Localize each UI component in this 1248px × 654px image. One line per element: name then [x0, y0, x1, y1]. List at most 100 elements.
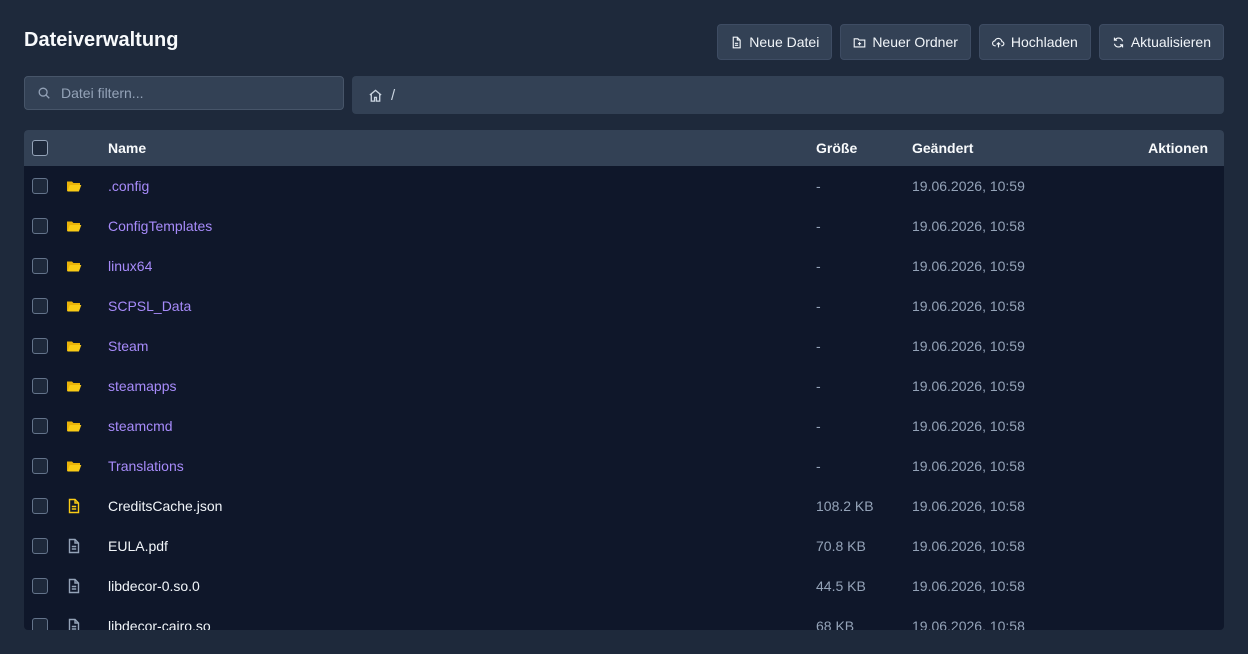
new-file-label: Neue Datei	[749, 34, 820, 50]
row-modified: 19.06.2026, 10:59	[912, 258, 1025, 274]
breadcrumb: /	[352, 76, 1224, 114]
row-modified: 19.06.2026, 10:58	[912, 498, 1025, 514]
table-header: Name Größe Geändert Aktionen	[24, 130, 1224, 166]
table-row[interactable]: ConfigTemplates - 19.06.2026, 10:58	[24, 206, 1224, 246]
refresh-icon	[1113, 37, 1123, 47]
row-size: 108.2 KB	[816, 498, 874, 514]
table-row[interactable]: Translations - 19.06.2026, 10:58	[24, 446, 1224, 486]
row-size: -	[816, 458, 821, 474]
upload-button[interactable]: Hochladen	[978, 24, 1091, 60]
row-modified: 19.06.2026, 10:59	[912, 378, 1025, 394]
new-folder-label: Neuer Ordner	[872, 34, 958, 50]
folder-icon	[66, 218, 82, 234]
column-actions: Aktionen	[1148, 140, 1208, 156]
row-size: -	[816, 338, 821, 354]
row-modified: 19.06.2026, 10:58	[912, 458, 1025, 474]
row-modified: 19.06.2026, 10:58	[912, 578, 1025, 594]
row-checkbox[interactable]	[32, 298, 48, 314]
search-icon	[38, 87, 50, 99]
refresh-label: Aktualisieren	[1130, 34, 1211, 50]
file-icon	[66, 618, 82, 630]
row-checkbox[interactable]	[32, 178, 48, 194]
row-name[interactable]: CreditsCache.json	[108, 498, 222, 514]
row-size: -	[816, 258, 821, 274]
json-file-icon	[66, 498, 82, 514]
row-name[interactable]: SCPSL_Data	[108, 298, 191, 314]
row-size: 68 KB	[816, 618, 855, 630]
row-modified: 19.06.2026, 10:58	[912, 298, 1025, 314]
folder-icon	[66, 258, 82, 274]
file-icon	[66, 578, 82, 594]
row-checkbox[interactable]	[32, 458, 48, 474]
new-file-button[interactable]: Neue Datei	[717, 24, 833, 60]
row-name[interactable]: libdecor-cairo.so	[108, 618, 211, 630]
table-row[interactable]: .config - 19.06.2026, 10:59	[24, 166, 1224, 206]
folder-icon	[66, 418, 82, 434]
row-checkbox[interactable]	[32, 418, 48, 434]
row-name[interactable]: Steam	[108, 338, 148, 354]
table-body: .config - 19.06.2026, 10:59 ConfigTemplates…	[24, 166, 1224, 630]
row-modified: 19.06.2026, 10:58	[912, 538, 1025, 554]
file-table: Name Größe Geändert Aktionen .config - 19.…	[24, 130, 1224, 630]
folder-plus-icon	[853, 37, 866, 48]
folder-icon	[66, 338, 82, 354]
filter-input[interactable]	[61, 85, 321, 101]
column-size[interactable]: Größe	[816, 140, 857, 156]
row-checkbox[interactable]	[32, 618, 48, 630]
upload-label: Hochladen	[1010, 34, 1078, 50]
table-row[interactable]: EULA.pdf 70.8 KB 19.06.2026, 10:58	[24, 526, 1224, 566]
row-name[interactable]: EULA.pdf	[108, 538, 168, 554]
filter-box	[24, 76, 344, 110]
table-row[interactable]: steamapps - 19.06.2026, 10:59	[24, 366, 1224, 406]
page-title: Dateiverwaltung	[24, 29, 179, 51]
folder-icon	[66, 378, 82, 394]
row-checkbox[interactable]	[32, 218, 48, 234]
cloud-upload-icon	[991, 37, 1005, 47]
row-modified: 19.06.2026, 10:58	[912, 618, 1025, 630]
row-size: -	[816, 378, 821, 394]
table-row[interactable]: linux64 - 19.06.2026, 10:59	[24, 246, 1224, 286]
select-all-checkbox[interactable]	[32, 140, 48, 156]
table-row[interactable]: libdecor-0.so.0 44.5 KB 19.06.2026, 10:58	[24, 566, 1224, 606]
table-row[interactable]: libdecor-cairo.so 68 KB 19.06.2026, 10:58	[24, 606, 1224, 630]
row-size: -	[816, 178, 821, 194]
row-modified: 19.06.2026, 10:59	[912, 338, 1025, 354]
folder-icon	[66, 298, 82, 314]
table-row[interactable]: Steam - 19.06.2026, 10:59	[24, 326, 1224, 366]
row-name[interactable]: steamapps	[108, 378, 176, 394]
row-modified: 19.06.2026, 10:58	[912, 418, 1025, 434]
row-name[interactable]: ConfigTemplates	[108, 218, 212, 234]
row-size: 44.5 KB	[816, 578, 866, 594]
row-checkbox[interactable]	[32, 538, 48, 554]
file-icon	[66, 538, 82, 554]
table-row[interactable]: SCPSL_Data - 19.06.2026, 10:58	[24, 286, 1224, 326]
row-name[interactable]: Translations	[108, 458, 184, 474]
folder-icon	[66, 458, 82, 474]
new-folder-button[interactable]: Neuer Ordner	[840, 24, 971, 60]
row-checkbox[interactable]	[32, 498, 48, 514]
row-checkbox[interactable]	[32, 338, 48, 354]
row-name[interactable]: linux64	[108, 258, 152, 274]
file-icon	[732, 36, 741, 48]
row-modified: 19.06.2026, 10:59	[912, 178, 1025, 194]
table-row[interactable]: CreditsCache.json 108.2 KB 19.06.2026, 10:…	[24, 486, 1224, 526]
home-icon[interactable]	[368, 88, 383, 103]
breadcrumb-path[interactable]: /	[391, 87, 395, 104]
column-name[interactable]: Name	[108, 140, 146, 156]
toolbar: Neue Datei Neuer Ordner Hochladen Aktual…	[717, 24, 1224, 60]
row-checkbox[interactable]	[32, 578, 48, 594]
column-modified[interactable]: Geändert	[912, 140, 973, 156]
row-checkbox[interactable]	[32, 378, 48, 394]
row-modified: 19.06.2026, 10:58	[912, 218, 1025, 234]
row-checkbox[interactable]	[32, 258, 48, 274]
row-size: -	[816, 418, 821, 434]
row-name[interactable]: .config	[108, 178, 149, 194]
refresh-button[interactable]: Aktualisieren	[1098, 24, 1224, 60]
row-name[interactable]: steamcmd	[108, 418, 173, 434]
row-size: -	[816, 218, 821, 234]
row-size: 70.8 KB	[816, 538, 866, 554]
table-row[interactable]: steamcmd - 19.06.2026, 10:58	[24, 406, 1224, 446]
row-name[interactable]: libdecor-0.so.0	[108, 578, 200, 594]
folder-icon	[66, 178, 82, 194]
row-size: -	[816, 298, 821, 314]
